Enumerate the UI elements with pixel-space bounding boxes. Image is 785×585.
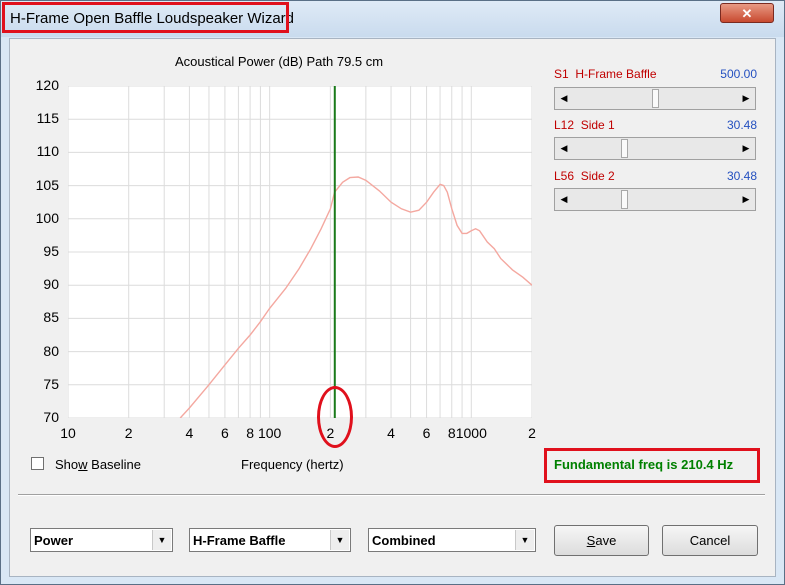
x-tick-label: 1000: [455, 425, 487, 441]
x-tick-label: 6: [422, 425, 431, 441]
slider-label-l56: L56 Side 2: [554, 169, 615, 183]
y-tick-label: 115: [36, 110, 59, 127]
slider-l12-thumb[interactable]: [621, 139, 628, 158]
x-tick-label: 8: [246, 425, 254, 441]
slider-value-l56: 30.48: [726, 169, 757, 183]
save-button[interactable]: Save: [554, 525, 649, 556]
x-tick-label: 4: [185, 425, 194, 441]
x-tick-label: 6: [221, 425, 229, 441]
y-tick-label: 75: [43, 375, 59, 392]
slider-label-s1: S1 H-Frame Baffle: [554, 67, 657, 81]
title-highlight-annotation: [2, 2, 289, 33]
circle-annotation: [317, 386, 353, 448]
y-tick-label: 70: [43, 409, 59, 425]
baffle-type-dropdown[interactable]: H-Frame Baffle ▼: [189, 528, 351, 552]
x-tick-label: 4: [387, 425, 395, 441]
x-tick-label: 8: [447, 425, 456, 441]
slider-l56-thumb[interactable]: [621, 190, 628, 209]
show-baseline-checkbox[interactable]: [31, 457, 44, 470]
y-tick-label: 110: [36, 143, 59, 160]
scroll-right-icon[interactable]: ▶: [737, 88, 755, 109]
chevron-down-icon[interactable]: ▼: [330, 530, 349, 550]
dropdown-value: Combined: [372, 533, 436, 548]
fundamental-highlight-annotation: [544, 448, 760, 483]
dropdown-value: Power: [34, 533, 74, 548]
x-axis-label: Frequency (hertz): [241, 457, 344, 472]
x-tick-label: 2: [124, 425, 133, 441]
chevron-down-icon[interactable]: ▼: [152, 530, 171, 550]
slider-value-l12: 30.48: [726, 118, 757, 132]
plot-type-dropdown[interactable]: Power ▼: [30, 528, 173, 552]
y-tick-label: 80: [43, 342, 59, 359]
slider-s1-scrollbar[interactable]: ◀ ▶: [554, 87, 756, 110]
save-button-label: Save: [586, 533, 617, 548]
slider-value-s1: 500.00: [720, 67, 757, 81]
chart-plot-area: [68, 86, 532, 418]
scroll-left-icon[interactable]: ◀: [555, 138, 573, 159]
chart-title: Acoustical Power (dB) Path 79.5 cm: [175, 54, 384, 69]
dropdown-value: H-Frame Baffle: [193, 533, 286, 548]
wizard-window: H-Frame Open Baffle Loudspeaker Wizard ✕…: [0, 0, 785, 585]
y-tick-label: 105: [35, 176, 59, 193]
close-icon: ✕: [741, 6, 753, 21]
scroll-left-icon[interactable]: ◀: [555, 189, 573, 210]
scroll-right-icon[interactable]: ▶: [737, 138, 755, 159]
scroll-left-icon[interactable]: ◀: [555, 88, 573, 109]
scroll-right-icon[interactable]: ▶: [737, 189, 755, 210]
show-baseline-label[interactable]: Show Baseline: [55, 457, 141, 472]
close-button[interactable]: ✕: [720, 3, 774, 23]
chevron-down-icon[interactable]: ▼: [515, 530, 534, 550]
slider-label-l12: L12 Side 1: [554, 118, 615, 132]
y-tick-label: 95: [43, 243, 59, 259]
x-tick-label: 2: [528, 425, 536, 441]
slider-l12-scrollbar[interactable]: ◀ ▶: [554, 137, 756, 160]
slider-l56-scrollbar[interactable]: ◀ ▶: [554, 188, 756, 211]
y-tick-label: 120: [35, 77, 59, 93]
x-tick-label: 100: [257, 425, 282, 441]
slider-s1-thumb[interactable]: [652, 89, 659, 108]
y-tick-label: 90: [43, 276, 59, 293]
y-tick-label: 85: [43, 309, 59, 326]
divider: [18, 494, 765, 496]
y-tick-label: 100: [35, 209, 59, 226]
combine-mode-dropdown[interactable]: Combined ▼: [368, 528, 536, 552]
cancel-button[interactable]: Cancel: [662, 525, 758, 556]
x-tick-label: 10: [60, 425, 76, 441]
title-bar: H-Frame Open Baffle Loudspeaker Wizard ✕: [1, 1, 784, 37]
